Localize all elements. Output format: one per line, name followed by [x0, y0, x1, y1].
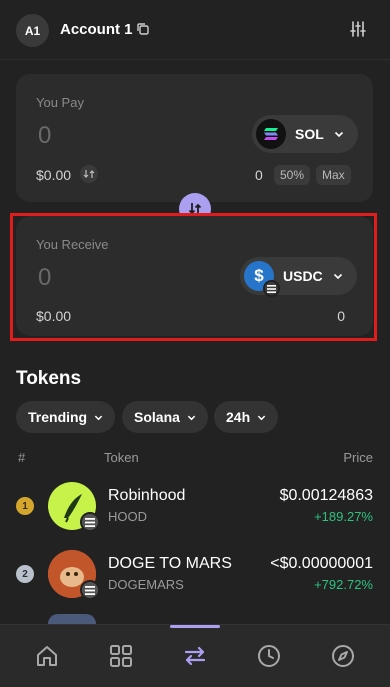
filter-label: Trending [28, 409, 88, 425]
token-row[interactable]: 1 Robinhood HOOD $0.00124863 +189.27% [0, 477, 390, 543]
token-name: DOGE TO MARS [108, 555, 232, 572]
filter-timeframe[interactable]: 24h [214, 401, 279, 433]
token-change: +792.72% [314, 577, 373, 592]
settings-sliders-icon[interactable] [349, 20, 367, 38]
you-pay-label: You Pay [36, 95, 84, 110]
token-symbol: HOOD [108, 509, 147, 524]
column-price: Price [343, 450, 373, 465]
chevron-down-icon [187, 415, 196, 420]
token-change: +189.27% [314, 509, 373, 524]
rank-medal-silver: 2 [16, 565, 34, 583]
column-rank: # [18, 450, 26, 465]
highlight-box [10, 213, 377, 341]
filter-label: 24h [226, 409, 251, 425]
pay-token-symbol: SOL [295, 126, 324, 142]
history-icon[interactable] [256, 643, 282, 669]
column-token: Token [104, 450, 139, 465]
token-row-partial[interactable] [48, 614, 96, 624]
pay-token-selector[interactable]: SOL [252, 115, 358, 153]
filter-chain[interactable]: Solana [122, 401, 208, 433]
tokens-title: Tokens [16, 368, 82, 389]
token-price: <$0.00000001 [270, 555, 373, 572]
account-avatar[interactable]: A1 [16, 14, 49, 47]
dogemars-token-image [48, 550, 100, 600]
swap-usd-toggle-icon[interactable] [80, 165, 98, 183]
pay-usd-value: $0.00 [36, 167, 72, 183]
sol-token-icon [256, 119, 286, 149]
filter-trending[interactable]: Trending [16, 401, 116, 433]
bottom-navigation [0, 624, 390, 687]
chevron-down-icon [94, 415, 103, 420]
half-chip[interactable]: 50% [274, 165, 311, 185]
you-pay-card: You Pay 0 SOL $0.00 0 50% Max [16, 74, 373, 202]
header: A1 Account 1 [0, 0, 390, 60]
token-row[interactable]: 2 DOGE TO MARS DOGEMARS <$0.00000001 +79… [0, 545, 390, 611]
filter-label: Solana [134, 409, 180, 425]
token-symbol: DOGEMARS [108, 577, 184, 592]
solana-badge-icon [80, 512, 100, 532]
copy-icon[interactable] [136, 22, 150, 36]
chevron-down-icon [257, 415, 266, 420]
grid-icon[interactable] [108, 643, 134, 669]
explore-icon[interactable] [330, 643, 356, 669]
home-icon[interactable] [34, 643, 60, 669]
robinhood-token-image [48, 482, 100, 532]
token-name: Robinhood [108, 487, 186, 504]
active-tab-indicator [170, 625, 220, 628]
pay-amount-input[interactable]: 0 [38, 122, 51, 150]
token-price: $0.00124863 [279, 487, 373, 504]
account-name[interactable]: Account 1 [60, 21, 133, 38]
pay-balance: 0 [255, 167, 263, 183]
max-chip[interactable]: Max [316, 165, 351, 185]
rank-medal-gold: 1 [16, 497, 34, 515]
solana-badge-icon [80, 580, 100, 600]
swap-icon[interactable] [182, 643, 208, 669]
chevron-down-icon [334, 131, 343, 138]
